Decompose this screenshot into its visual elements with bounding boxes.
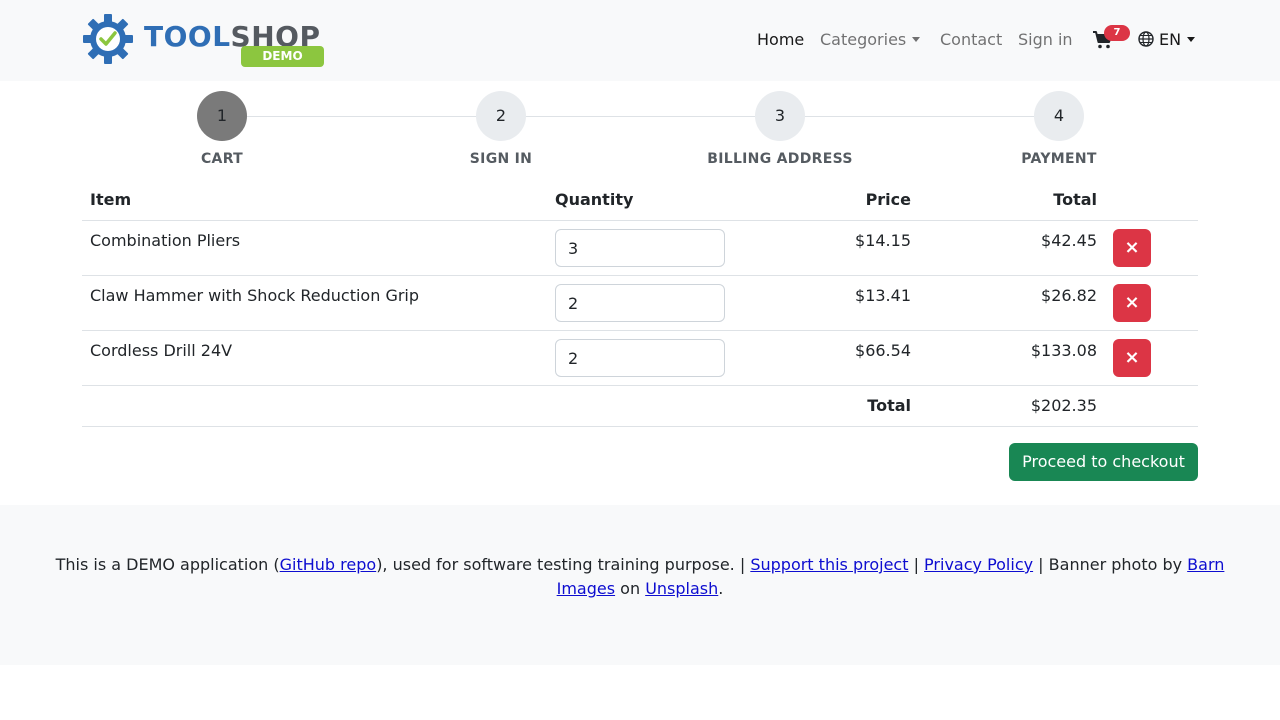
navbar: TOOLSHOP DEMO Home Categories Contact Si… (0, 0, 1280, 81)
step-billing-address: 3 BILLING ADDRESS (680, 91, 880, 167)
footer-text: This is a DEMO application (GitHub repo)… (40, 553, 1240, 601)
quantity-input[interactable] (555, 284, 725, 322)
nav-categories[interactable]: Categories (820, 29, 921, 51)
step-label: CART (200, 151, 243, 167)
language-value: EN (1159, 30, 1182, 49)
item-price: $66.54 (855, 341, 911, 360)
step-number: 2 (476, 91, 526, 141)
total-row: Total $202.35 (82, 386, 1198, 427)
nav-home[interactable]: Home (757, 29, 804, 51)
proceed-to-checkout-button[interactable]: Proceed to checkout (1009, 443, 1198, 481)
stepper-line (222, 116, 1059, 117)
footer-text-part: ), used for software testing training pu… (376, 555, 751, 574)
toolshop-logo[interactable]: TOOLSHOP DEMO (82, 13, 328, 69)
language-selector[interactable]: EN (1138, 29, 1196, 51)
demo-badge: DEMO (241, 46, 324, 67)
step-number: 4 (1034, 91, 1084, 141)
nav-sign-in[interactable]: Sign in (1018, 29, 1073, 51)
unsplash-link[interactable]: Unsplash (645, 579, 718, 598)
cart-total-value: $202.35 (1030, 396, 1097, 415)
header-item: Item (90, 190, 132, 209)
step-label: SIGN IN (469, 151, 533, 167)
footer-text-part: | (908, 555, 925, 574)
step-label: PAYMENT (1021, 151, 1097, 167)
delete-item-button[interactable]: × (1113, 229, 1151, 267)
item-total: $26.82 (1041, 286, 1097, 305)
total-label: Total (867, 396, 911, 415)
step-payment: 4 PAYMENT (959, 91, 1159, 167)
footer: This is a DEMO application (GitHub repo)… (0, 505, 1280, 665)
footer-text-part: on (615, 579, 646, 598)
footer-text-part: This is a DEMO application ( (55, 555, 280, 574)
delete-item-button[interactable]: × (1113, 339, 1151, 377)
item-name: Claw Hammer with Shock Reduction Grip (90, 286, 420, 305)
brand-word-tool: TOOL (144, 20, 231, 53)
step-label: BILLING ADDRESS (707, 151, 853, 167)
close-icon: × (1124, 347, 1140, 368)
support-project-link[interactable]: Support this project (750, 555, 908, 574)
item-total: $42.45 (1041, 231, 1097, 250)
footer-text-part: | Banner photo by (1033, 555, 1188, 574)
privacy-policy-link[interactable]: Privacy Policy (924, 555, 1033, 574)
footer-text-part: . (718, 579, 724, 598)
gear-check-icon (83, 14, 133, 64)
item-name: Cordless Drill 24V (90, 341, 233, 360)
header-quantity: Quantity (555, 190, 634, 209)
cart-count-badge: 7 (1104, 25, 1130, 41)
quantity-input[interactable] (555, 339, 725, 377)
nav-categories-label: Categories (820, 30, 907, 49)
chevron-down-icon (912, 37, 921, 42)
table-row: Cordless Drill 24V $66.54 $133.08 × (82, 331, 1198, 386)
item-total: $133.08 (1030, 341, 1097, 360)
item-price: $14.15 (855, 231, 911, 250)
item-price: $13.41 (855, 286, 911, 305)
close-icon: × (1124, 292, 1140, 313)
table-row: Combination Pliers $14.15 $42.45 × (82, 221, 1198, 276)
table-row: Claw Hammer with Shock Reduction Grip $1… (82, 276, 1198, 331)
globe-icon (1138, 31, 1154, 47)
header-price: Price (865, 190, 911, 209)
step-cart: 1 CART (122, 91, 322, 167)
table-header-row: Item Quantity Price Total (82, 180, 1198, 221)
step-number: 3 (755, 91, 805, 141)
close-icon: × (1124, 237, 1140, 258)
delete-item-button[interactable]: × (1113, 284, 1151, 322)
nav-contact[interactable]: Contact (940, 29, 1002, 51)
chevron-down-icon (1187, 37, 1196, 42)
github-repo-link[interactable]: GitHub repo (280, 555, 377, 574)
item-name: Combination Pliers (90, 231, 241, 250)
step-number: 1 (197, 91, 247, 141)
header-total: Total (1053, 190, 1097, 209)
quantity-input[interactable] (555, 229, 725, 267)
step-sign-in: 2 SIGN IN (401, 91, 601, 167)
